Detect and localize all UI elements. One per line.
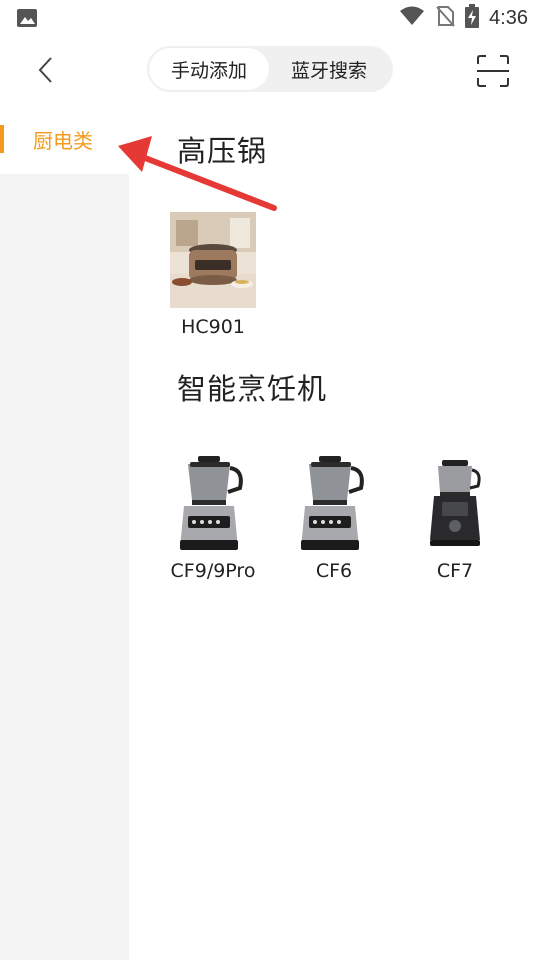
cooking-machine-image <box>180 456 243 550</box>
no-sim-icon <box>435 5 455 31</box>
product-cf9-9pro[interactable]: CF9/9Pro <box>163 456 263 582</box>
product-cf6[interactable]: CF6 <box>284 456 384 582</box>
product-label: CF6 <box>315 560 353 582</box>
scan-button[interactable] <box>476 54 510 88</box>
tab-bluetooth-search[interactable]: 蓝牙搜索 <box>269 48 389 90</box>
tab-manual-add-label: 手动添加 <box>170 59 247 82</box>
product-label: HC901 <box>181 316 245 338</box>
sidebar-item-label: 厨电类 <box>33 128 93 153</box>
product-label: CF7 <box>436 560 474 582</box>
add-mode-segmented-control: 手动添加 蓝牙搜索 <box>147 46 393 92</box>
scan-icon <box>477 55 509 87</box>
cooking-machine-image <box>301 456 364 550</box>
product-label: CF9/9Pro <box>170 560 256 582</box>
image-icon <box>16 8 38 28</box>
category-title-pressure-cooker: 高压锅 <box>177 134 268 168</box>
category-title-smart-cooking-machine: 智能烹饪机 <box>177 372 328 406</box>
status-time: 4:36 <box>489 6 528 29</box>
product-content: 高压锅 HC901 智能烹饪机 CF9/9Pro CF6 CF7 <box>129 104 540 960</box>
product-hc901[interactable]: HC901 <box>170 212 256 338</box>
cooking-machine-compact-image <box>430 460 481 546</box>
back-button[interactable] <box>28 50 64 90</box>
chevron-left-icon <box>38 57 52 83</box>
battery-charging-icon <box>465 4 480 32</box>
selected-indicator <box>0 125 4 153</box>
category-sidebar: 厨电类 <box>0 104 129 960</box>
top-toolbar: 手动添加 蓝牙搜索 <box>0 36 540 104</box>
wifi-icon <box>399 6 425 30</box>
product-cf7[interactable]: CF7 <box>405 456 505 582</box>
status-bar: 4:36 <box>0 0 540 36</box>
pressure-cooker-image <box>170 212 256 308</box>
tab-bluetooth-search-label: 蓝牙搜索 <box>290 59 367 82</box>
sidebar-item-kitchen-appliances[interactable]: 厨电类 <box>0 104 129 174</box>
tab-manual-add[interactable]: 手动添加 <box>149 48 269 90</box>
